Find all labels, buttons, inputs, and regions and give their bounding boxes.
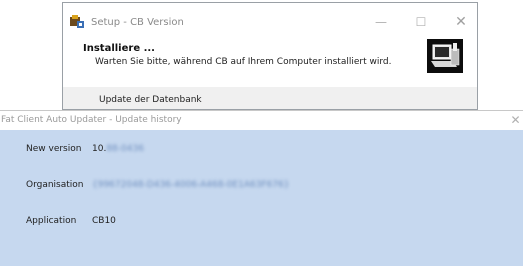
organisation-label: Organisation [26,180,84,190]
application-value: CB10 [92,216,116,226]
setup-window-title: Setup - CB Version [91,17,184,28]
status-text: Update der Datenbank [99,95,202,105]
computer-install-icon [427,39,463,73]
close-button[interactable]: ✕ [451,12,471,32]
updater-title-bar[interactable]: Fat Client Auto Updater - Update history… [0,111,523,130]
updater-close-button[interactable]: ✕ [508,112,523,129]
setup-title-bar[interactable]: Setup - CB Version — ☐ ✕ [63,3,477,35]
minimize-button[interactable]: — [371,12,391,32]
setup-status-area: Update der Datenbank [63,87,477,109]
setup-app-icon [69,14,85,28]
setup-content: Installiere ... Warten Sie bitte, währen… [63,35,477,88]
maximize-button[interactable]: ☐ [411,12,431,32]
updater-window-title: Fat Client Auto Updater - Update history [1,115,182,125]
setup-window: Setup - CB Version — ☐ ✕ Installiere ...… [62,2,478,110]
install-heading: Installiere ... [83,43,155,54]
new-version-redacted: 88-0436 [106,144,144,154]
new-version-value: 10.88-0436 [92,144,144,154]
update-history-panel: New version 10.88-0436 Organisation {996… [0,130,523,266]
updater-window: Fat Client Auto Updater - Update history… [0,110,523,266]
new-version-label: New version [26,144,82,154]
organisation-value: {99672048-D436-4006-A468-0E1A63F676} [92,180,290,190]
new-version-prefix: 10. [92,144,107,154]
application-label: Application [26,216,77,226]
install-message: Warten Sie bitte, während CB auf Ihrem C… [95,57,392,67]
